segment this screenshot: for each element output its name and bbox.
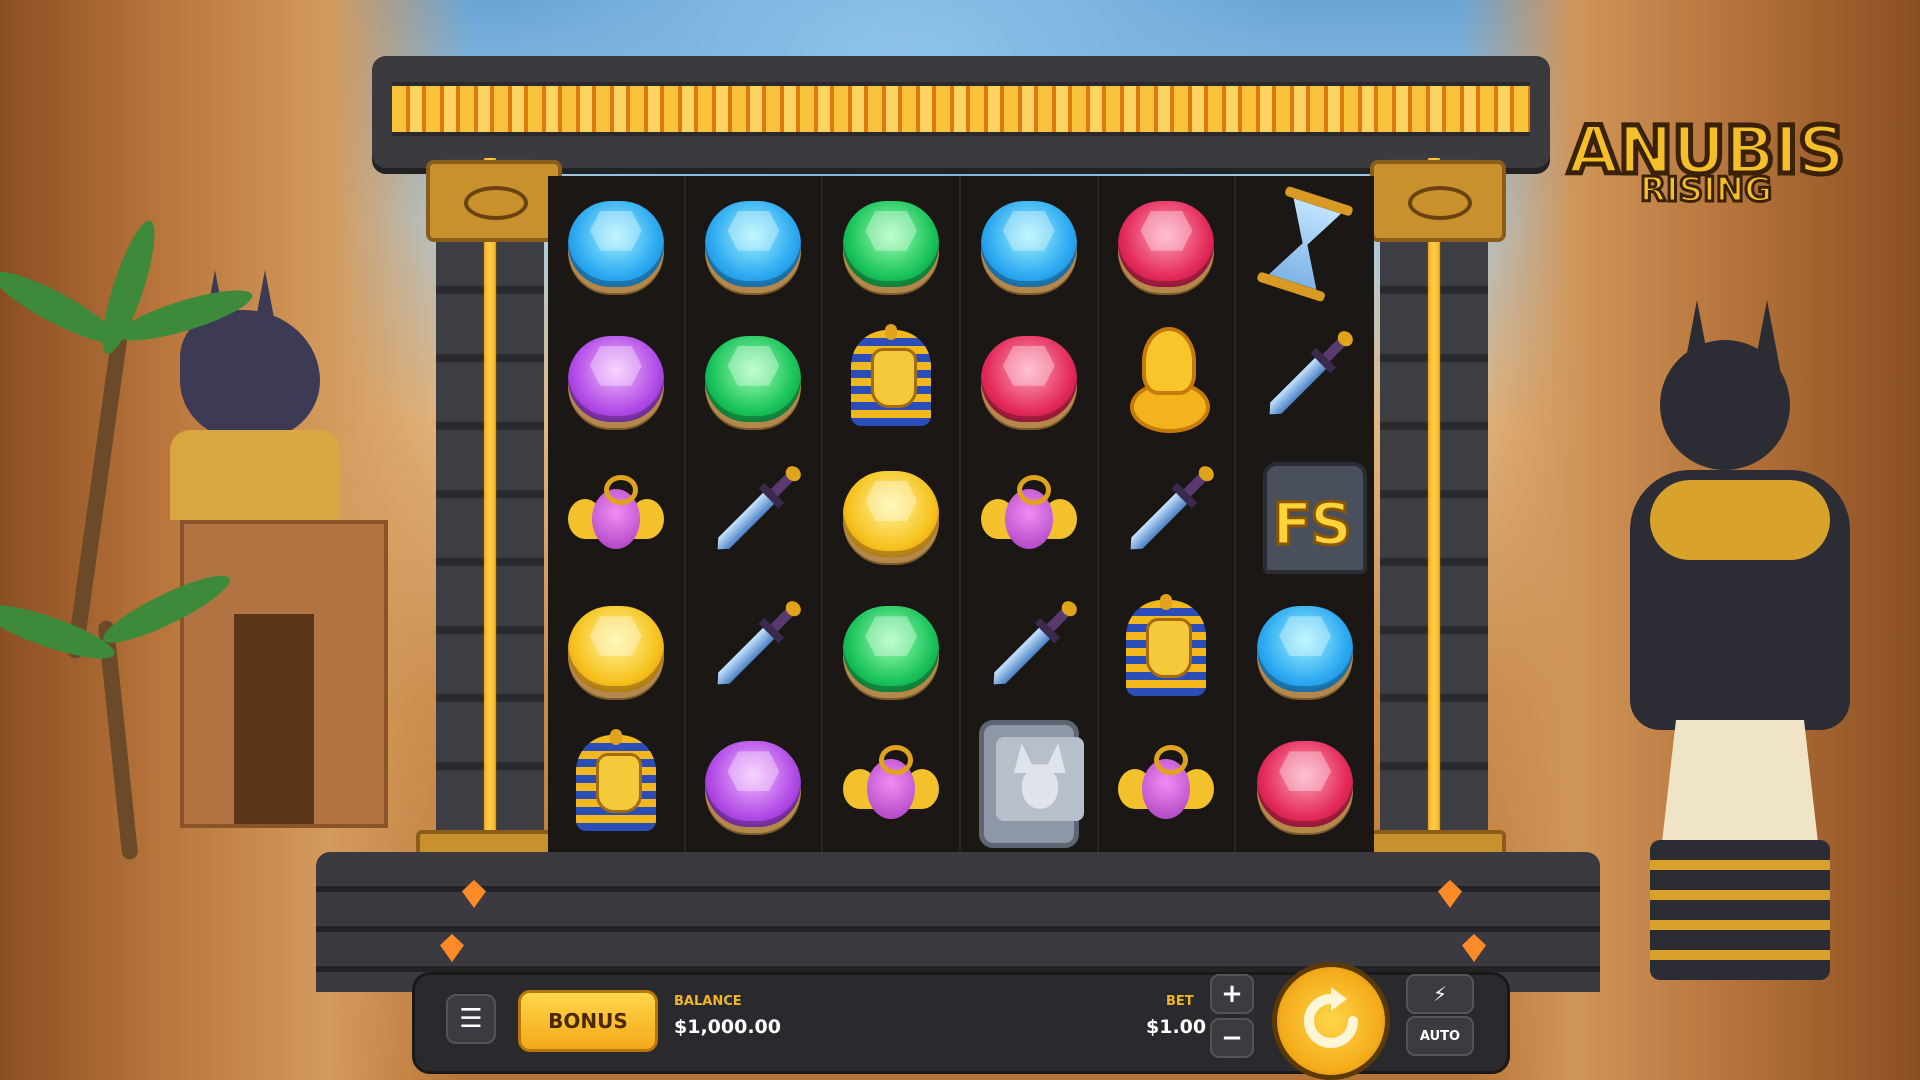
reel-cell <box>1099 716 1237 852</box>
reel-cell <box>961 716 1099 852</box>
dagger-symbol <box>1116 463 1218 564</box>
hourglass-symbol <box>1255 185 1355 302</box>
free-spins-scatter-symbol: FS <box>1255 461 1368 574</box>
free-spins-text: FS <box>1271 488 1353 559</box>
temple-doorway <box>180 520 388 828</box>
bet-value: $1.00 <box>1146 1016 1207 1038</box>
reel-cell <box>961 446 1099 582</box>
gem-blue-symbol <box>979 194 1079 294</box>
dagger-symbol <box>703 598 805 699</box>
pharaoh-mask-symbol <box>1116 594 1216 699</box>
reel-cell <box>686 446 824 582</box>
reel-cell: FS <box>1236 446 1374 581</box>
autoplay-button[interactable]: AUTO <box>1406 1016 1474 1056</box>
gem-purple-symbol <box>703 734 803 834</box>
scarab-symbol <box>841 734 941 834</box>
reel-cell <box>548 581 686 717</box>
eye-of-horus-icon <box>1408 186 1472 220</box>
spin-button[interactable] <box>1272 962 1390 1080</box>
anubis-character <box>1560 300 1920 980</box>
balance-label: BALANCE <box>674 994 742 1009</box>
dagger-symbol <box>703 463 805 564</box>
reel-cell <box>961 311 1099 447</box>
gem-green-symbol <box>703 329 803 429</box>
reel-cell <box>1236 582 1374 717</box>
scarab-symbol <box>979 464 1079 564</box>
reel-cell <box>823 581 961 717</box>
reel-cell <box>1099 446 1237 582</box>
reel-cell <box>548 446 686 582</box>
reel-cell <box>823 446 961 582</box>
reel-grid: FS <box>548 176 1374 852</box>
pharaoh-mask-symbol <box>841 323 941 429</box>
gem-yellow-symbol <box>566 599 666 699</box>
reel-cell <box>1099 581 1237 717</box>
hieroglyph-band <box>392 82 1530 136</box>
gem-red-symbol <box>1116 194 1216 294</box>
reel-cell <box>686 581 824 717</box>
reel-cell <box>548 311 686 447</box>
gem-green-symbol <box>841 599 941 699</box>
reel-cell <box>548 176 686 312</box>
gem-yellow-symbol <box>841 464 941 564</box>
reel-cell <box>686 311 824 447</box>
gem-red-symbol <box>979 329 1079 429</box>
reel-cell <box>548 716 686 852</box>
spin-arrow-icon <box>1304 987 1358 1048</box>
gem-blue-symbol <box>566 194 666 294</box>
reel-cell <box>686 716 824 852</box>
reel-cell <box>1236 176 1374 311</box>
pharaoh-mask-symbol <box>566 729 666 834</box>
reel-cell <box>823 311 961 447</box>
dagger-symbol <box>1255 327 1357 429</box>
game-logo: ANUBIS RISING <box>1556 110 1856 224</box>
reel-cell <box>823 176 961 312</box>
cobra-symbol <box>1116 326 1216 433</box>
logo-subtitle: RISING <box>1638 169 1773 212</box>
reel-cell <box>1099 176 1237 312</box>
left-pillar <box>436 158 544 848</box>
bet-label: BET <box>1166 994 1194 1009</box>
gem-blue-symbol <box>703 194 803 294</box>
reel-cell <box>1236 717 1374 852</box>
scarab-symbol <box>566 464 666 564</box>
temple-stairs <box>316 852 1600 992</box>
reel-cell <box>961 176 1099 312</box>
reel-cell <box>686 176 824 312</box>
right-pillar <box>1380 158 1488 848</box>
bet-increase-button[interactable]: + <box>1210 974 1254 1014</box>
gem-red-symbol <box>1255 734 1355 834</box>
reel-cell <box>961 581 1099 717</box>
reel-cell <box>1236 311 1374 446</box>
menu-button[interactable]: ☰ <box>446 994 496 1044</box>
gem-blue-symbol <box>1255 599 1355 699</box>
reel-cell <box>823 716 961 852</box>
bonus-button[interactable]: BONUS <box>518 990 658 1052</box>
bet-decrease-button[interactable]: − <box>1210 1018 1254 1058</box>
scarab-symbol <box>1116 734 1216 834</box>
gem-purple-symbol <box>566 329 666 429</box>
eye-of-horus-icon <box>464 186 528 220</box>
gem-green-symbol <box>841 194 941 294</box>
right-pillar-cap <box>1370 160 1506 242</box>
reel-cell <box>1099 311 1237 447</box>
turbo-button[interactable]: ⚡ <box>1406 974 1474 1014</box>
left-pillar-cap <box>426 160 562 242</box>
balance-value: $1,000.00 <box>674 1016 781 1038</box>
wolf-tablet-symbol <box>978 720 1084 849</box>
dagger-symbol <box>979 598 1080 699</box>
